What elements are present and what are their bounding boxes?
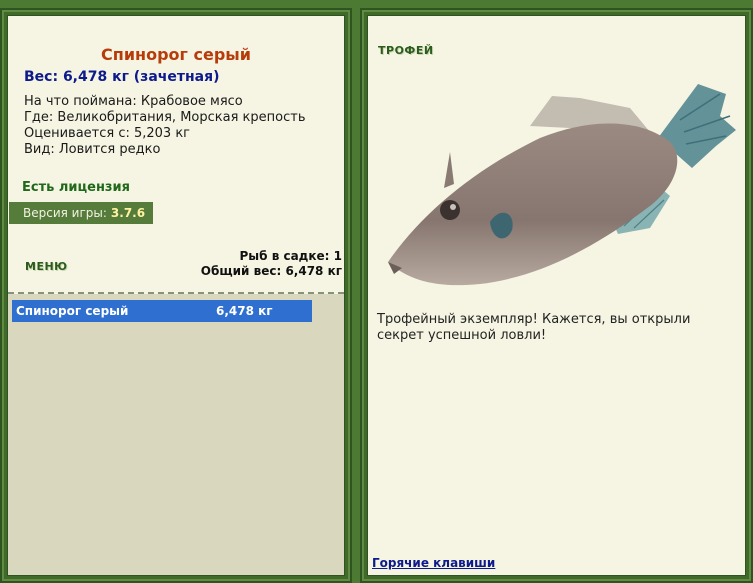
cage-stats: Рыб в садке: 1 Общий вес: 6,478 кг [201, 249, 342, 279]
fish-image [388, 84, 736, 286]
bait-info: На что поймана: Крабовое мясо [24, 94, 243, 109]
catch-list: Спинорог серый 6,478 кг [8, 294, 344, 575]
game-version-bar: Версия игры: 3.7.6 [9, 202, 153, 224]
cage-fish-count: Рыб в садке: 1 [239, 249, 343, 263]
fish-info-panel: Спинорог серый Вес: 6,478 кг (зачетная) … [7, 15, 345, 576]
right-panel-frame: ТРОФЕЙ Трофейный экземпляр! Кажется, вы … [360, 8, 753, 583]
fish-weight: Вес: 6,478 кг (зачетная) [24, 69, 220, 85]
scored-from-info: Оценивается с: 5,203 кг [24, 126, 191, 141]
trophy-heading: ТРОФЕЙ [378, 44, 434, 57]
hotkeys-link[interactable]: Горячие клавиши [372, 556, 495, 570]
left-panel-frame: Спинорог серый Вес: 6,478 кг (зачетная) … [0, 8, 352, 583]
version-value: 3.7.6 [110, 206, 146, 220]
catch-list-item[interactable]: Спинорог серый 6,478 кг [12, 300, 312, 322]
kind-info: Вид: Ловится редко [24, 142, 161, 157]
catch-item-name: Спинорог серый [16, 304, 129, 318]
version-label: Версия игры: [23, 206, 107, 220]
cage-total-weight: Общий вес: 6,478 кг [200, 264, 342, 278]
location-info: Где: Великобритания, Морская крепость [24, 110, 306, 125]
license-status: Есть лицензия [22, 180, 130, 195]
trophy-panel: ТРОФЕЙ Трофейный экземпляр! Кажется, вы … [367, 15, 746, 576]
catch-item-weight: 6,478 кг [216, 304, 273, 318]
trophy-message: Трофейный экземпляр! Кажется, вы открыли… [377, 312, 691, 343]
fish-name-title: Спинорог серый [101, 45, 251, 64]
menu-button[interactable]: МЕНЮ [25, 260, 68, 273]
